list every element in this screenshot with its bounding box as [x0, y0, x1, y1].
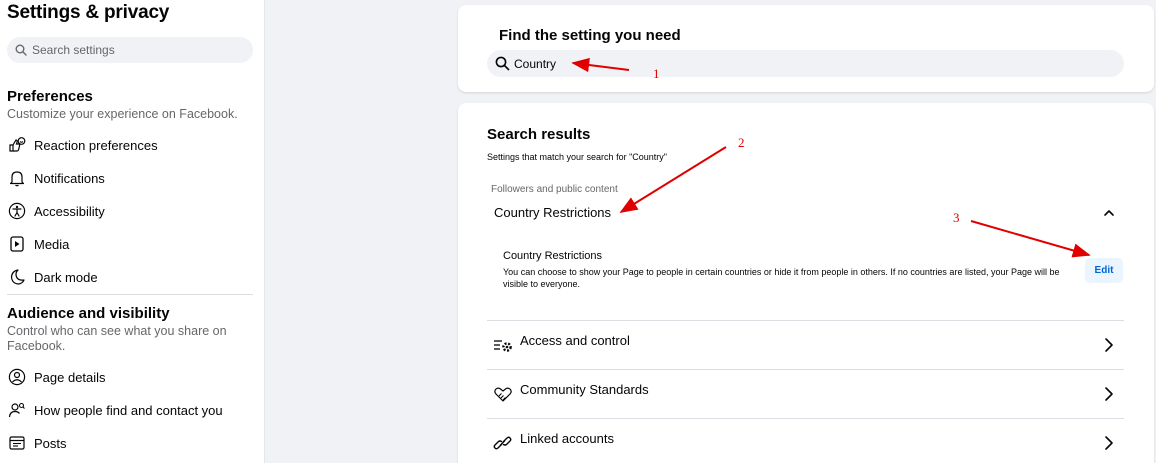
find-search-box[interactable]	[487, 50, 1124, 77]
row-label: Access and control	[520, 332, 630, 348]
sidebar-item-label: Dark mode	[34, 269, 98, 285]
sidebar-item-media[interactable]: Media	[7, 229, 69, 259]
search-results-card: Search results Settings that match your …	[458, 103, 1154, 463]
row-access-and-control[interactable]: Access and control	[487, 320, 1124, 369]
row-linked-accounts[interactable]: Linked accounts	[487, 418, 1124, 463]
find-setting-title: Find the setting you need	[499, 27, 681, 44]
access-control-icon	[492, 334, 514, 356]
chevron-up-icon[interactable]	[1102, 207, 1116, 219]
preferences-section: Preferences Customize your experience on…	[7, 88, 238, 122]
audience-section: Audience and visibility Control who can …	[7, 305, 227, 354]
annotation-number-3: 3	[953, 210, 960, 225]
chevron-right-icon	[1102, 434, 1116, 452]
bell-icon	[7, 168, 27, 188]
media-icon	[7, 234, 27, 254]
settings-sidebar: Settings & privacy Preferences Customize…	[0, 0, 265, 463]
sidebar-item-page-details[interactable]: Page details	[7, 362, 106, 392]
row-label: Linked accounts	[520, 430, 614, 446]
sidebar-item-posts[interactable]: Posts	[7, 428, 67, 458]
sidebar-search-box[interactable]	[7, 37, 253, 63]
audience-title: Audience and visibility	[7, 305, 170, 322]
result-group-label: Followers and public content	[491, 184, 618, 195]
find-setting-card: Find the setting you need	[458, 5, 1154, 92]
sidebar-item-label: Notifications	[34, 170, 105, 186]
person-icon	[7, 367, 27, 387]
search-icon	[495, 56, 510, 71]
accessibility-icon	[7, 201, 27, 221]
sidebar-item-how-people-find[interactable]: How people find and contact you	[7, 395, 223, 425]
sidebar-item-label: Reaction preferences	[34, 137, 158, 153]
sidebar-item-label: How people find and contact you	[34, 402, 223, 418]
posts-icon	[7, 433, 27, 453]
preferences-subtitle: Customize your experience on Facebook.	[7, 107, 238, 121]
search-icon	[15, 44, 27, 56]
link-icon	[492, 432, 514, 454]
sidebar-item-label: Page details	[34, 369, 106, 385]
annotation-number-1: 1	[653, 66, 660, 81]
chevron-right-icon	[1102, 385, 1116, 403]
audience-subtitle-line1: Control who can see what you share on	[7, 324, 227, 338]
sidebar-item-label: Accessibility	[34, 203, 105, 219]
annotation-number-2: 2	[738, 135, 745, 150]
sidebar-item-reaction-preferences[interactable]: Reaction preferences	[7, 130, 158, 160]
search-results-title: Search results	[487, 126, 591, 143]
audience-subtitle-line2: Facebook.	[7, 339, 66, 353]
edit-button[interactable]: Edit	[1085, 258, 1123, 283]
sidebar-item-accessibility[interactable]: Accessibility	[7, 196, 105, 226]
sidebar-item-label: Media	[34, 236, 70, 252]
sidebar-item-dark-mode[interactable]: Dark mode	[7, 262, 98, 292]
find-search-input[interactable]	[514, 56, 1094, 71]
handshake-icon	[492, 383, 514, 405]
result-group-title[interactable]: Country Restrictions	[494, 205, 611, 220]
result-item-title: Country Restrictions	[503, 250, 603, 262]
sidebar-item-label: Posts	[34, 435, 67, 451]
moon-icon	[7, 267, 27, 287]
person-search-icon	[7, 400, 27, 420]
search-results-subtitle: Settings that match your search for "Cou…	[487, 152, 667, 162]
sidebar-search-input[interactable]	[32, 43, 242, 57]
preferences-title: Preferences	[7, 88, 93, 105]
row-label: Community Standards	[520, 381, 649, 397]
result-item-description: You can choose to show your Page to peop…	[503, 267, 1060, 289]
reaction-icon	[7, 135, 27, 155]
chevron-right-icon	[1102, 336, 1116, 354]
row-community-standards[interactable]: Community Standards	[487, 369, 1124, 418]
sidebar-title: Settings & privacy	[7, 2, 170, 23]
sidebar-divider	[7, 294, 253, 295]
sidebar-item-notifications[interactable]: Notifications	[7, 163, 105, 193]
